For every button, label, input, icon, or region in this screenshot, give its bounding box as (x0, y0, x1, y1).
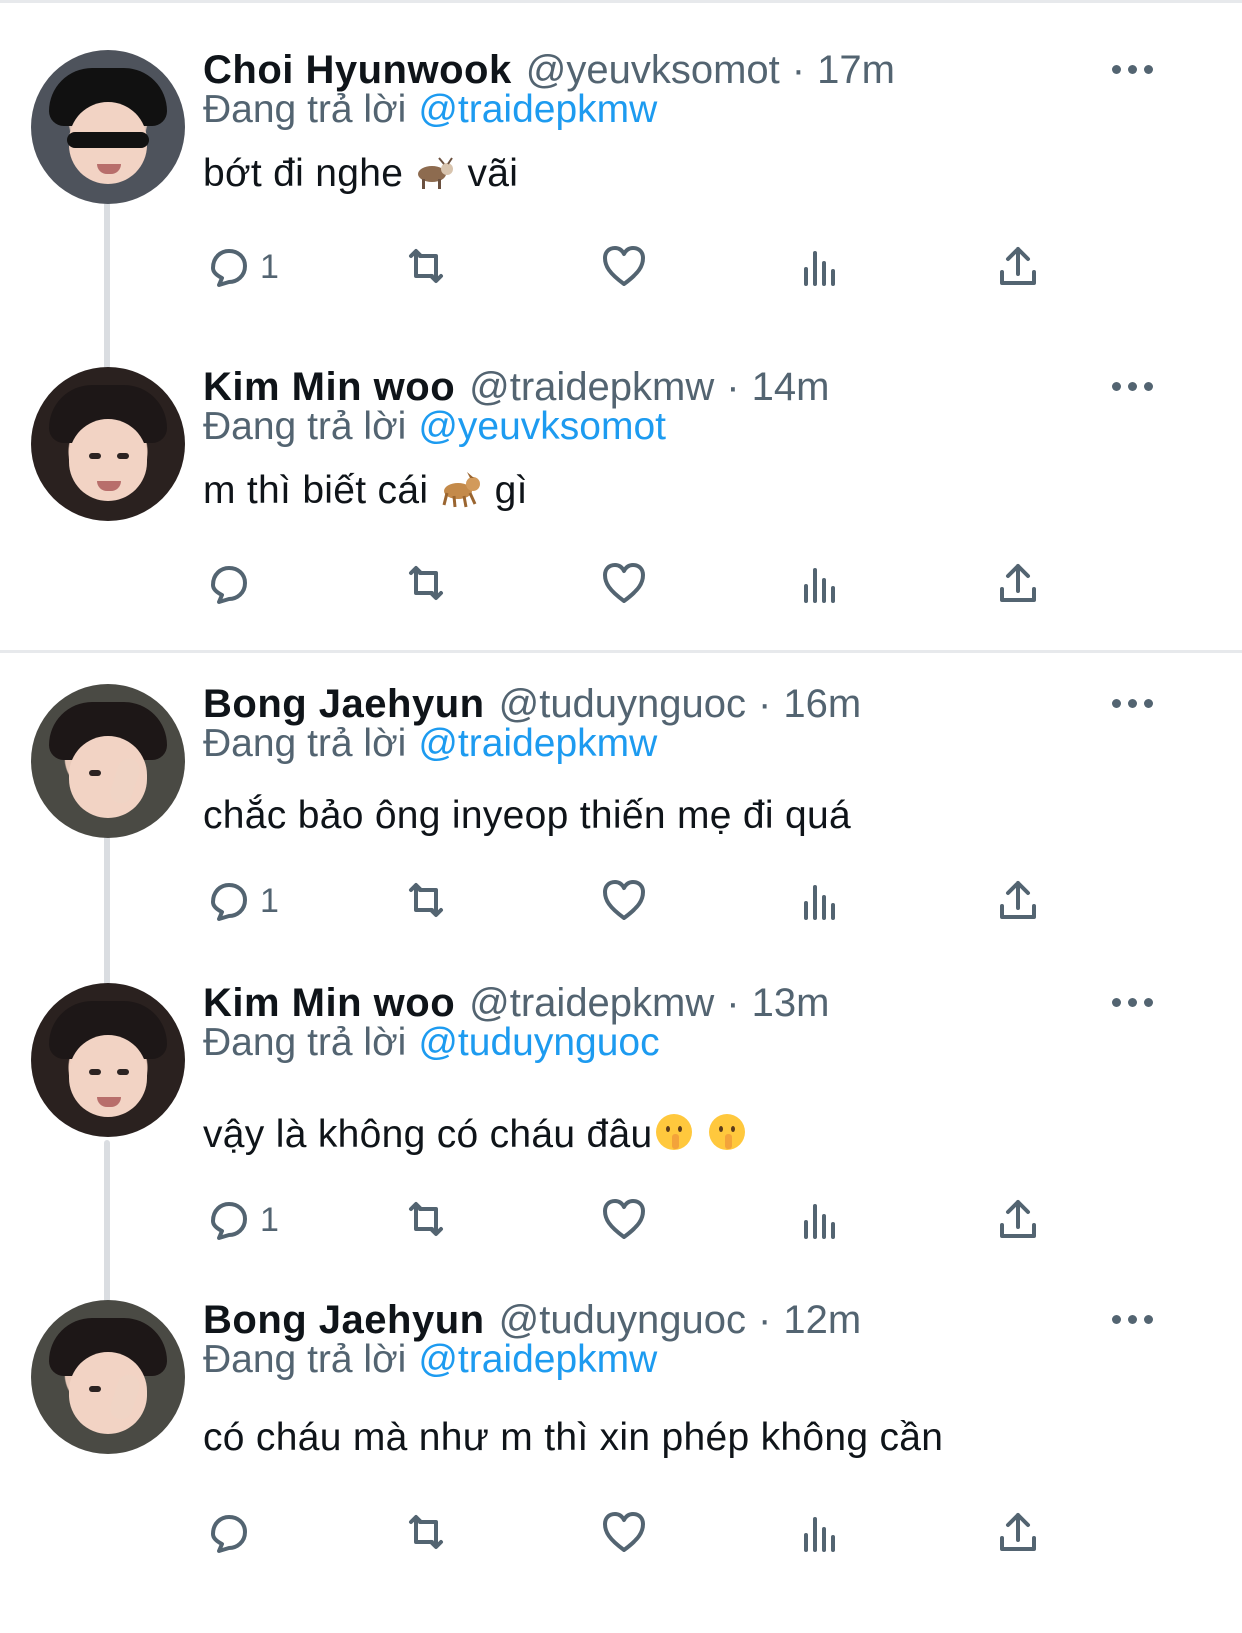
display-name[interactable]: Bong Jaehyun (203, 682, 485, 727)
avatar[interactable] (31, 50, 185, 204)
separator-dot: · (726, 980, 740, 1025)
avatar[interactable] (31, 367, 185, 521)
user-handle[interactable]: @tuduynguoc (499, 1298, 746, 1343)
separator-dot: · (758, 681, 772, 726)
reply-count: 1 (260, 1201, 279, 1239)
user-handle[interactable]: @yeuvksomot (526, 48, 780, 93)
tweet-text-part: m thì biết cái (203, 469, 429, 513)
timestamp[interactable]: 12m (783, 1298, 861, 1343)
reply-to-handle[interactable]: @traidepkmw (418, 88, 657, 131)
heart-icon[interactable] (596, 872, 652, 928)
top-divider (0, 0, 1242, 3)
share-icon[interactable] (990, 238, 1046, 294)
heart-icon[interactable] (596, 1191, 652, 1247)
tweet-text-part: bớt đi nghe (203, 152, 404, 195)
more-icon[interactable] (1112, 699, 1154, 709)
tweet-card[interactable]: Kim Min woo @traidepkmw · 13m Đang trả l… (0, 973, 1242, 1290)
timestamp[interactable]: 16m (783, 682, 861, 727)
heart-icon[interactable] (596, 238, 652, 294)
reply-icon[interactable] (200, 238, 256, 294)
tweet-text: m thì biết cái gì (203, 469, 528, 519)
more-icon[interactable] (1112, 1315, 1154, 1325)
tweet-text-part: gì (494, 469, 528, 513)
timestamp[interactable]: 17m (817, 48, 895, 93)
goat-emoji-icon (414, 156, 456, 202)
avatar[interactable] (31, 983, 185, 1137)
separator-dot: · (726, 364, 740, 409)
views-icon[interactable] (794, 555, 850, 611)
tweet-text: có cháu mà như m thì xin phép không cần (203, 1416, 944, 1459)
share-icon[interactable] (990, 1504, 1046, 1560)
views-icon[interactable] (794, 1504, 850, 1560)
views-icon[interactable] (794, 238, 850, 294)
replying-to-label: Đang trả lời (203, 722, 407, 765)
replying-to-label: Đang trả lời (203, 1021, 407, 1064)
reply-to-handle[interactable]: @yeuvksomot (418, 405, 666, 448)
replying-to-label: Đang trả lời (203, 88, 407, 131)
display-name[interactable]: Bong Jaehyun (203, 1298, 485, 1343)
replying-to-label: Đang trả lời (203, 1338, 407, 1381)
dog-emoji-icon (439, 469, 483, 519)
tweet-text: chắc bảo ông inyeop thiến mẹ đi quá (203, 794, 851, 837)
retweet-icon[interactable] (398, 555, 454, 611)
avatar[interactable] (31, 684, 185, 838)
user-handle[interactable]: @traidepkmw (469, 981, 714, 1026)
reply-count: 1 (260, 882, 279, 920)
reply-to-handle[interactable]: @tuduynguoc (418, 1021, 659, 1064)
tweet-card[interactable]: Bong Jaehyun @tuduynguoc · 12m Đang trả … (0, 1290, 1242, 1607)
reply-to-handle[interactable]: @traidepkmw (418, 1338, 657, 1381)
tweet-text: bớt đi nghe vãi (203, 152, 518, 202)
retweet-icon[interactable] (398, 872, 454, 928)
retweet-icon[interactable] (398, 1191, 454, 1247)
views-icon[interactable] (794, 1191, 850, 1247)
display-name[interactable]: Choi Hyunwook (203, 48, 512, 93)
timestamp[interactable]: 13m (752, 981, 830, 1026)
user-handle[interactable]: @traidepkmw (469, 365, 714, 410)
separator-dot: · (791, 47, 806, 92)
user-handle[interactable]: @tuduynguoc (499, 682, 746, 727)
reply-icon[interactable] (200, 1191, 256, 1247)
shushing-face-icon (706, 1111, 748, 1163)
share-icon[interactable] (990, 555, 1046, 611)
share-icon[interactable] (990, 1191, 1046, 1247)
share-icon[interactable] (990, 872, 1046, 928)
more-icon[interactable] (1112, 65, 1154, 75)
tweet-text-part: vậy là không có cháu đâu (203, 1113, 653, 1157)
reply-to-handle[interactable]: @traidepkmw (418, 722, 657, 765)
tweet-card[interactable]: Choi Hyunwook @yeuvksomot · 17m Đang trả… (0, 40, 1242, 357)
display-name[interactable]: Kim Min woo (203, 981, 455, 1026)
views-icon[interactable] (794, 872, 850, 928)
reply-icon[interactable] (200, 555, 256, 611)
display-name[interactable]: Kim Min woo (203, 365, 455, 410)
reply-icon[interactable] (200, 1504, 256, 1560)
heart-icon[interactable] (596, 1504, 652, 1560)
reply-icon[interactable] (200, 872, 256, 928)
separator-dot: · (758, 1297, 772, 1342)
retweet-icon[interactable] (398, 238, 454, 294)
reply-count: 1 (260, 248, 279, 286)
replying-to-label: Đang trả lời (203, 405, 407, 448)
tweet-text: vậy là không có cháu đâu (203, 1111, 748, 1163)
avatar[interactable] (31, 1300, 185, 1454)
more-icon[interactable] (1112, 998, 1154, 1008)
tweet-text-part: vãi (467, 152, 519, 195)
heart-icon[interactable] (596, 555, 652, 611)
tweet-card[interactable]: Bong Jaehyun @tuduynguoc · 16m Đang trả … (0, 674, 1242, 991)
shushing-face-icon (653, 1111, 695, 1163)
more-icon[interactable] (1112, 382, 1154, 392)
tweet-card[interactable]: Kim Min woo @traidepkmw · 14m Đang trả l… (0, 357, 1242, 674)
retweet-icon[interactable] (398, 1504, 454, 1560)
timestamp[interactable]: 14m (752, 365, 830, 410)
